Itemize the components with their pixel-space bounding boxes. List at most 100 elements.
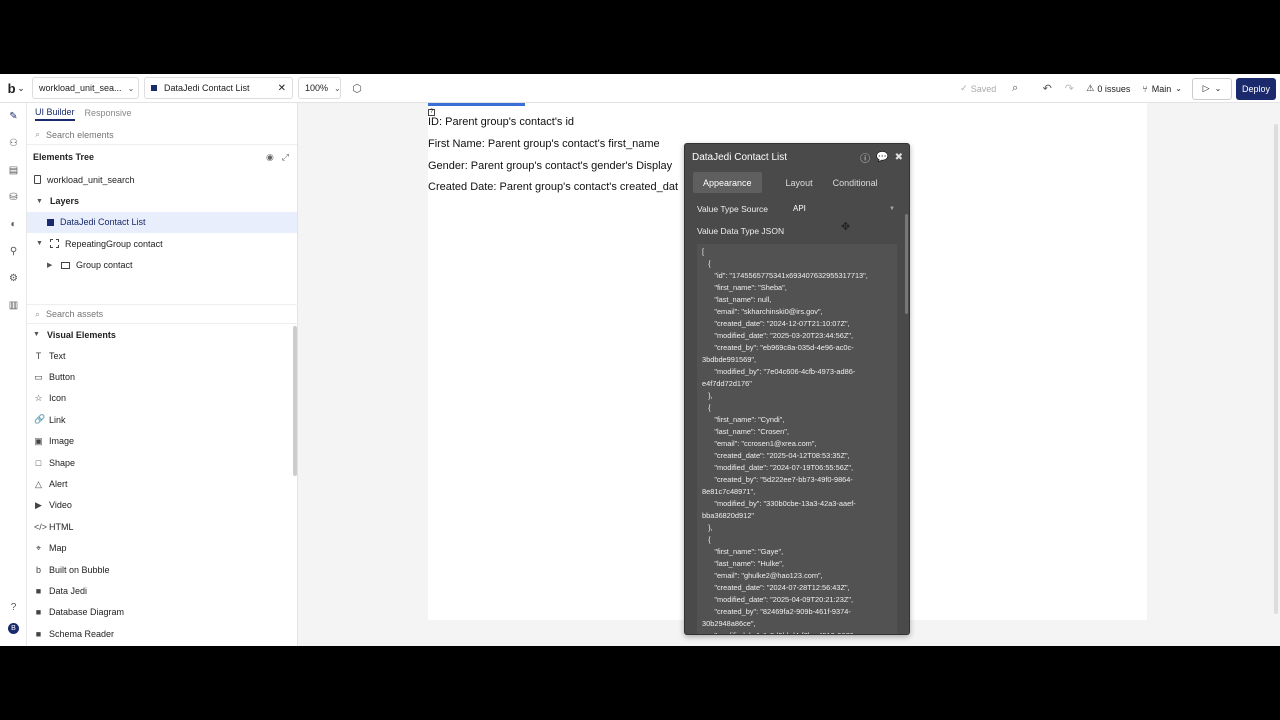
elements-tree-title: Elements Tree [33,152,95,162]
chevron-down-icon: ⌄ [1214,84,1222,93]
visual-element-item[interactable]: 🔗 Link [27,409,298,430]
visual-elements-header[interactable]: ▼ Visual Elements [27,324,298,345]
visual-element-item[interactable]: ■ Schema Reader [27,623,298,644]
expand-icon[interactable]: ⤢ [282,152,289,163]
json-line: "last_name": null, [702,295,772,304]
saved-label: Saved [970,83,997,94]
issues-button[interactable]: ⚠ 0 issues [1086,83,1130,94]
visual-element-icon: ☆ [34,392,43,403]
branch-selector[interactable]: ⑂ Main ⌄ [1142,84,1182,94]
visual-element-item[interactable]: ☆ Icon [27,388,298,409]
tree-item-group-contact[interactable]: ▶ Group contact [27,255,297,276]
element-tab[interactable]: DataJedi Contact List ✕ [144,77,293,99]
visual-element-item[interactable]: ▣ Image [27,431,298,452]
tab-ui-builder[interactable]: UI Builder [35,107,75,121]
value-data-type-json-label: Value Data Type JSON [697,226,785,236]
json-line: "created_by": "eb969c8a-035d-4e96-ac0c- [702,343,854,352]
visual-element-item[interactable]: ⌖ Map [27,538,298,559]
logs-icon[interactable]: ▥ [6,298,21,313]
design-pen-icon[interactable]: ✎ [6,109,21,124]
visual-element-icon: ⌖ [35,542,42,553]
canvas-text-id[interactable]: ID: Parent group's contact's id [428,116,574,128]
json-line: 3bdbde991569", [702,355,757,364]
tree-item-repeatinggroup-contact[interactable]: ▼ RepeatingGroup contact [27,233,297,254]
preview-button[interactable]: ▷ ⌄ [1191,77,1232,100]
visual-element-item[interactable]: ■ Data Jedi [27,580,298,601]
close-icon[interactable]: ✕ [278,83,286,94]
visual-element-item[interactable]: </> HTML [27,516,298,537]
page-selector[interactable]: workload_unit_sea... ⌄ [32,77,139,99]
json-line: "modified_by": "e5d5bbd4-f7ba-4510-9676- [702,630,892,634]
json-line: "id": "1745565775341x693407632955317713"… [702,271,868,280]
visual-element-item[interactable]: □ Shape [27,452,298,473]
chevron-down-icon: ⌄ [334,83,341,93]
property-editor-title: DataJedi Contact List [692,151,788,163]
tab-layout[interactable]: Layout [776,172,823,193]
visual-element-item[interactable]: T Text [27,345,298,366]
tree-item-layers[interactable]: ▼ Layers [27,190,297,211]
visual-elements-title: Visual Elements [47,329,116,340]
left-rail: ✎ ⚇ ▤ ⛁ ◐ ⚲ ⚙ ▥ ? B [0,103,27,646]
visual-element-item[interactable]: ▶ Video [27,495,298,516]
visual-element-icon: □ [35,457,42,468]
tree-item-label: RepeatingGroup contact [65,238,163,249]
redo-icon[interactable]: ↷ [1058,78,1080,100]
tree-item-page[interactable]: workload_unit_search [27,169,297,190]
search-elements-input[interactable] [46,129,247,140]
canvas-text-created-date[interactable]: Created Date: Parent group's contact's c… [428,181,678,193]
styles-icon[interactable]: ◐ [6,217,21,232]
json-line: "first_name": "Cyndi", [702,415,785,424]
search-icon: ⌕ [35,308,41,319]
visual-element-icon: △ [35,478,42,489]
visual-element-item[interactable]: ⊕Install More [27,644,298,646]
app-menu-button[interactable]: b ⌄ [0,81,32,96]
visual-element-item[interactable]: △ Alert [27,473,298,494]
data-icon[interactable]: ▤ [6,163,21,178]
cube-icon[interactable]: ⬡ [346,77,368,99]
close-icon[interactable]: ✖ [895,152,903,163]
saved-status: ✓ Saved [960,83,996,94]
panel-scrollbar[interactable] [293,326,297,476]
tab-appearance[interactable]: Appearance [693,172,762,193]
element-marker-icon[interactable]: ? [428,109,435,116]
undo-icon[interactable]: ↶ [1036,78,1058,100]
property-editor-scrollbar[interactable] [905,214,908,314]
plugins-icon[interactable]: ⚲ [6,244,21,259]
value-data-type-json-textarea[interactable]: [ { "id": "1745565775341x693407632955317… [697,244,897,634]
zoom-selector[interactable]: 100% ⌄ [298,77,341,99]
bubble-badge-icon[interactable]: B [6,621,21,636]
json-line: "created_date": "2024-12-07T21:10:07Z", [702,319,850,328]
visual-element-label: Database Diagram [49,607,125,618]
comment-icon[interactable]: 💬 [876,152,888,163]
visual-element-item[interactable]: ▭ Button [27,366,298,387]
workflow-icon[interactable]: ⚇ [6,136,21,151]
tab-responsive[interactable]: Responsive [85,108,132,120]
value-type-source-value: API [793,204,806,213]
canvas-text-first-name[interactable]: First Name: Parent group's contact's fir… [428,138,660,150]
canvas-scrollbar[interactable] [1274,124,1278,614]
settings-icon[interactable]: ⚙ [6,271,21,286]
info-icon[interactable]: ⓘ [860,150,870,165]
eye-icon[interactable]: ◉ [266,152,274,163]
page-icon [34,175,41,185]
caret-down-icon: ▼ [36,240,43,248]
chevron-down-icon: ⌄ [127,83,135,93]
tree-item-datajedi-contact-list[interactable]: DataJedi Contact List [27,211,297,234]
tab-conditional[interactable]: Conditional [823,172,888,193]
canvas-text-gender[interactable]: Gender: Parent group's contact's gender'… [428,160,672,172]
branch-label: Main [1151,83,1172,94]
visual-element-label: Shape [49,457,76,468]
help-icon[interactable]: ? [6,600,21,615]
visual-element-item[interactable]: b Built on Bubble [27,559,298,580]
deploy-button[interactable]: Deploy [1235,77,1276,100]
visual-element-item[interactable]: ■ Database Diagram [27,602,298,623]
bubble-editor: b ⌄ workload_unit_sea... ⌄ DataJedi Cont… [0,74,1280,646]
json-line: bba36820d912" [702,511,754,520]
repeating-group-icon [50,239,59,249]
database-icon[interactable]: ⛁ [6,190,21,205]
property-editor-header[interactable]: DataJedi Contact List ⓘ 💬 ✖ [685,144,909,170]
search-icon[interactable]: ⌕ [1004,78,1026,100]
value-type-source-select[interactable]: API ▼ [789,201,899,217]
search-assets-input[interactable] [46,309,247,319]
visual-element-icon: ■ [35,585,42,596]
